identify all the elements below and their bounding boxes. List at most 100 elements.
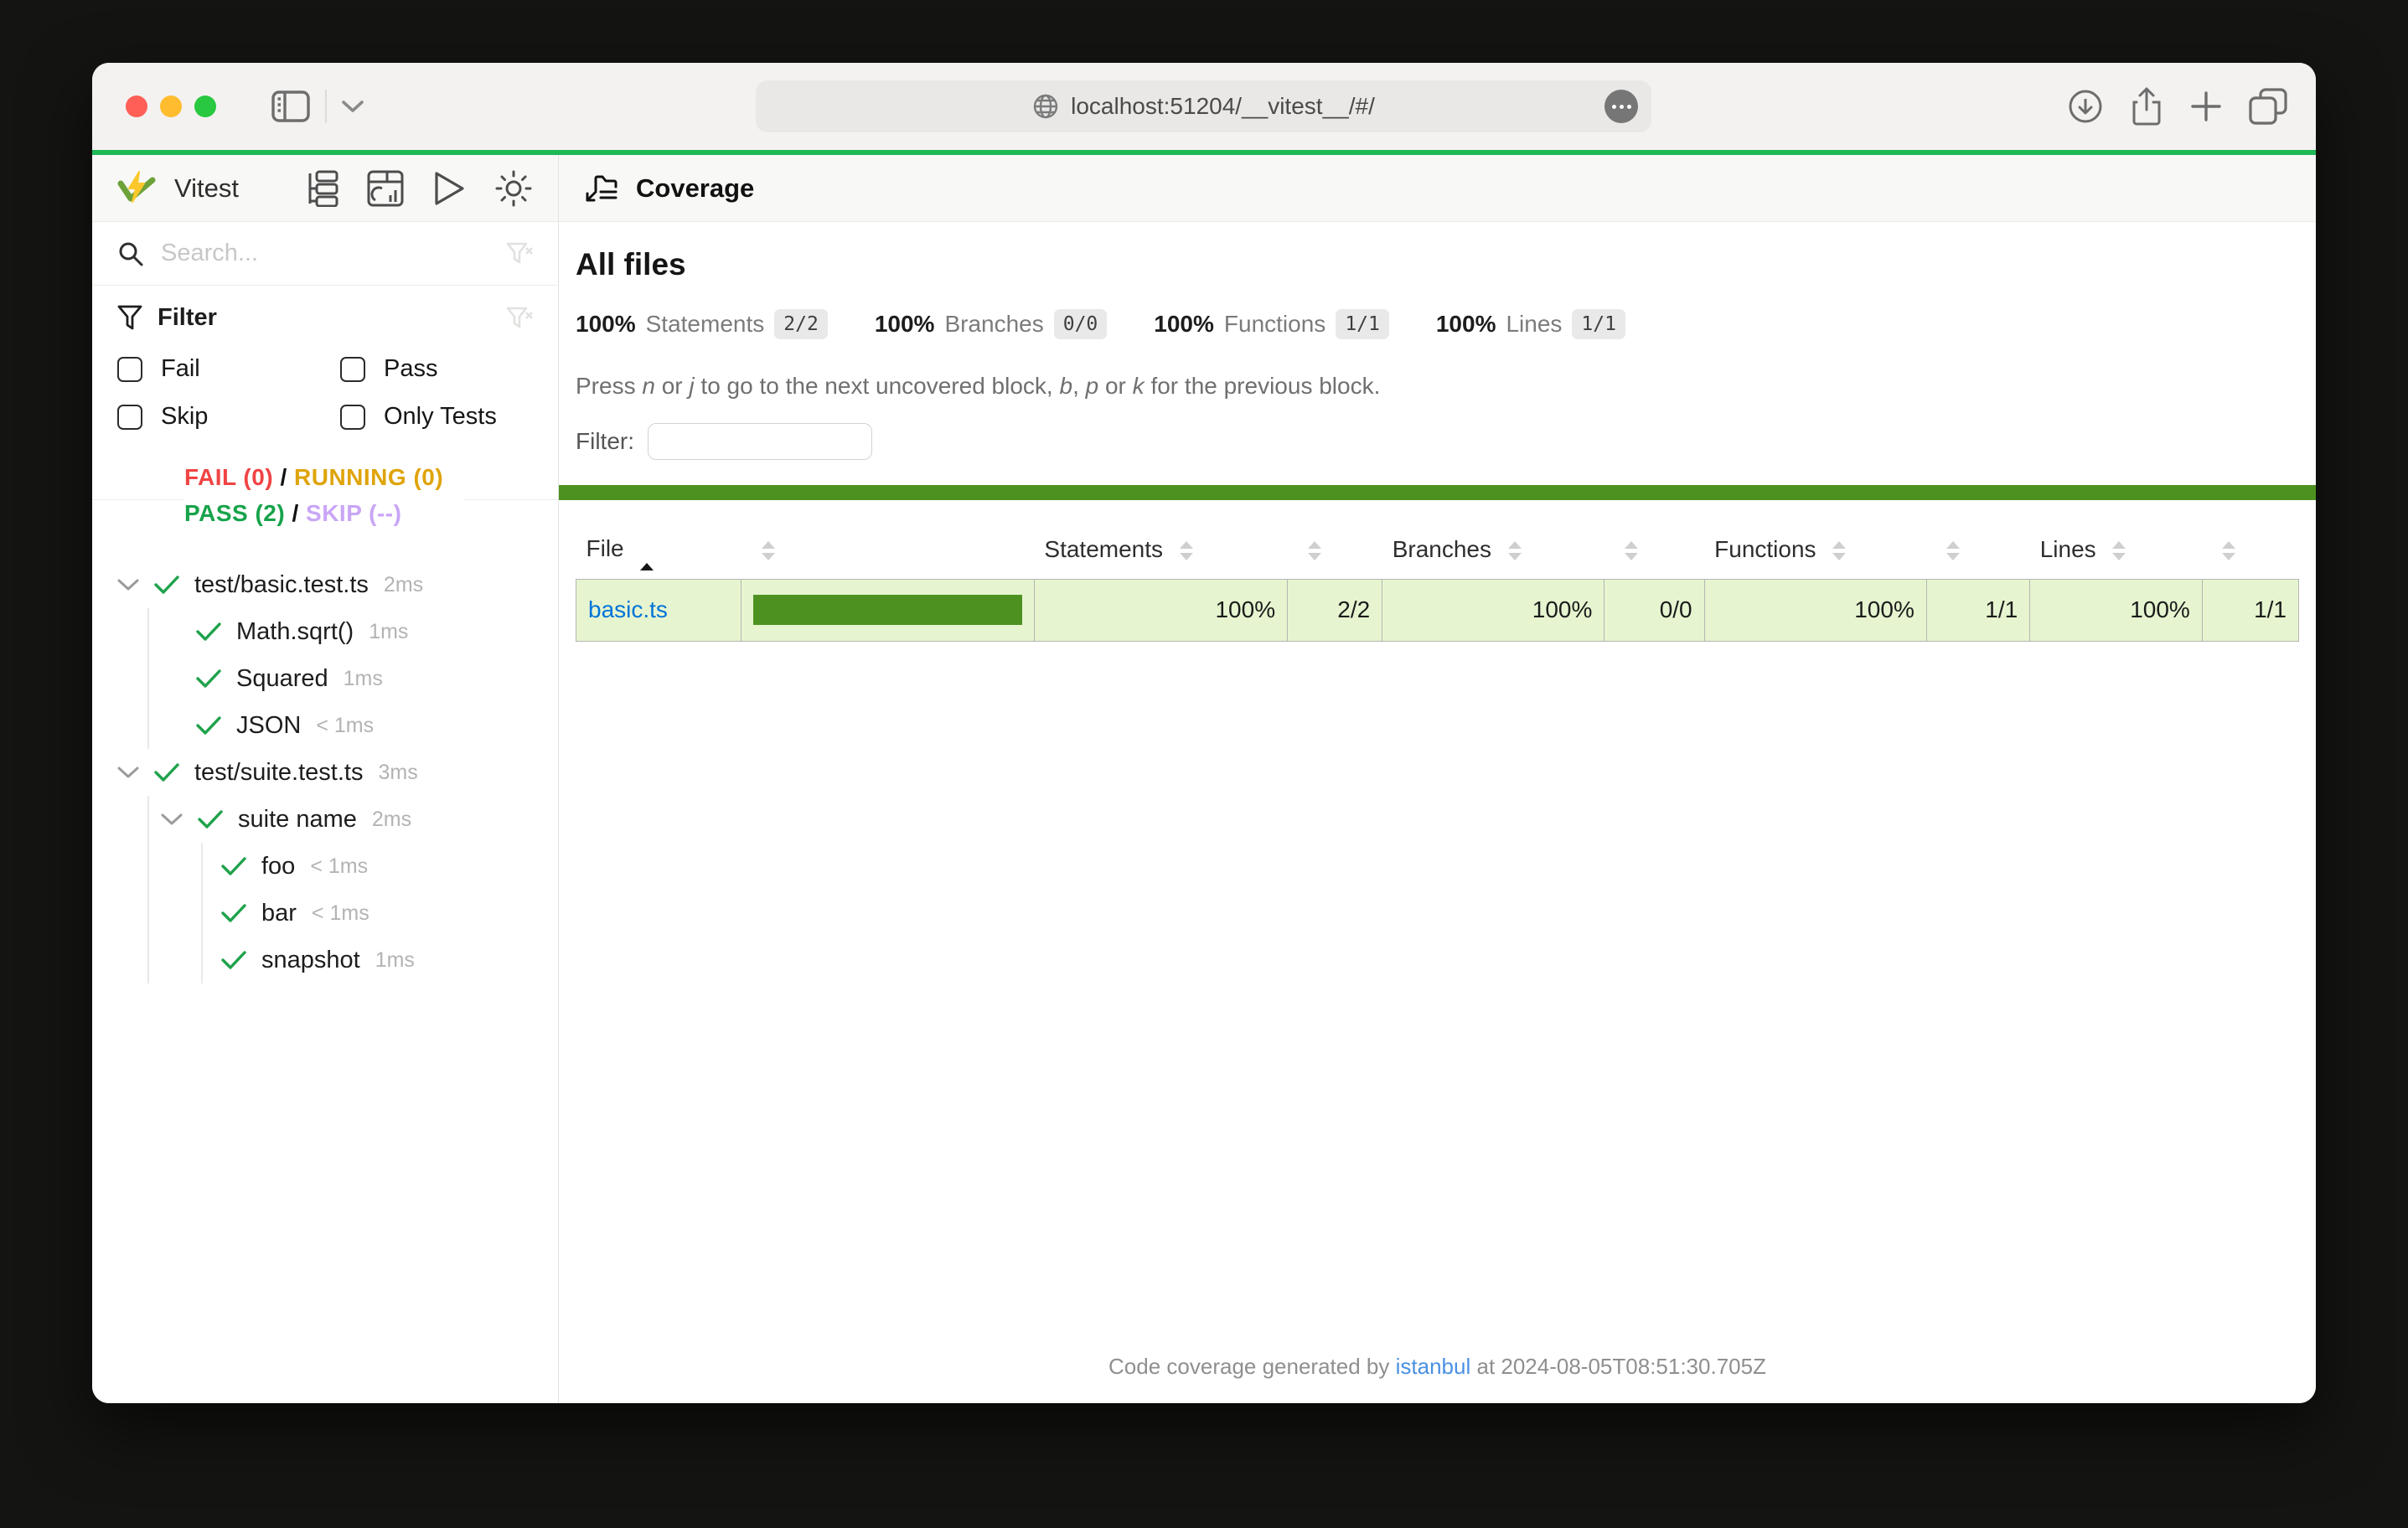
checkbox-pass[interactable]: Pass	[340, 355, 533, 383]
tree-item-label: suite name	[238, 806, 357, 834]
globe-icon	[1032, 93, 1059, 120]
stat-statements: 100% Statements 2/2	[576, 309, 828, 339]
sort-both-icon	[2222, 541, 2235, 560]
column-sorter-bar[interactable]	[742, 522, 1035, 579]
minimize-window-button[interactable]	[160, 96, 182, 117]
tree-item-foo[interactable]: foo < 1ms	[221, 843, 533, 890]
zoom-window-button[interactable]	[194, 96, 216, 117]
search-input[interactable]	[161, 240, 489, 267]
chevron-down-icon[interactable]	[117, 578, 139, 591]
clear-filters-icon[interactable]	[506, 306, 533, 331]
sort-both-icon	[2112, 541, 2126, 560]
coverage-bar-fill	[753, 595, 1022, 625]
downloads-icon[interactable]	[2067, 88, 2104, 125]
tree-item-suite-test-file[interactable]: test/suite.test.ts 3ms	[117, 749, 533, 796]
funnel-icon	[117, 305, 142, 332]
tree-item-snapshot[interactable]: snapshot 1ms	[221, 937, 533, 983]
column-header-file[interactable]: File	[576, 522, 742, 579]
checkbox-fail-box[interactable]	[117, 357, 142, 382]
pass-check-icon	[198, 809, 223, 829]
tree-item-basic-test-file[interactable]: test/basic.test.ts 2ms	[117, 561, 533, 608]
sort-both-icon	[1508, 541, 1522, 560]
search-icon	[117, 240, 144, 267]
tree-item-bar[interactable]: bar < 1ms	[221, 890, 533, 937]
file-filter-input[interactable]	[648, 423, 872, 460]
checkbox-skip-label: Skip	[161, 403, 208, 431]
column-header-lines[interactable]: Lines	[2030, 522, 2203, 579]
sidebar-toggle-icon[interactable]	[271, 90, 310, 122]
coverage-status-bar	[559, 485, 2316, 500]
tree-item-math-sqrt[interactable]: Math.sqrt() 1ms	[196, 608, 533, 655]
share-icon[interactable]	[2130, 87, 2163, 126]
file-link-basic-ts[interactable]: basic.ts	[588, 596, 668, 622]
sort-both-icon	[1832, 541, 1846, 560]
coverage-table: File Statements	[576, 522, 2299, 642]
checkbox-fail[interactable]: Fail	[117, 355, 340, 383]
functions-frac-cell: 1/1	[1926, 579, 2029, 641]
collapse-tests-icon[interactable]	[305, 170, 338, 207]
stat-fraction-badge: 0/0	[1054, 309, 1108, 339]
running-count: RUNNING (0)	[294, 464, 443, 490]
tree-item-json[interactable]: JSON < 1ms	[196, 702, 533, 749]
vitest-logo-icon	[117, 170, 156, 207]
clear-search-filter-icon[interactable]	[506, 241, 533, 266]
tree-item-duration: 1ms	[344, 667, 383, 691]
fail-count: FAIL (0)	[184, 464, 273, 490]
checkbox-skip[interactable]: Skip	[117, 403, 340, 431]
column-sorter-statements-frac[interactable]	[1288, 522, 1382, 579]
filter-title: Filter	[158, 304, 217, 332]
dashboard-icon[interactable]	[367, 170, 404, 207]
tree-item-duration: < 1ms	[312, 901, 369, 926]
coverage-header: Coverage	[559, 155, 2316, 222]
coverage-footer: Code coverage generated by istanbul at 2…	[559, 1339, 2316, 1403]
checkbox-pass-box[interactable]	[340, 357, 365, 382]
statements-frac-cell: 2/2	[1288, 579, 1382, 641]
address-bar[interactable]: localhost:51204/__vitest__/#/	[756, 80, 1651, 132]
vitest-sidebar: Vitest	[92, 155, 559, 1403]
close-window-button[interactable]	[126, 96, 147, 117]
column-sorter-functions-frac[interactable]	[1926, 522, 2029, 579]
all-files-heading: All files	[559, 247, 2316, 282]
checkbox-only-tests[interactable]: Only Tests	[340, 403, 533, 431]
page-settings-icon[interactable]	[1604, 90, 1638, 123]
checkbox-only-tests-box[interactable]	[340, 405, 365, 430]
sort-both-icon	[1180, 541, 1193, 560]
toolbar-divider	[325, 90, 327, 123]
chevron-down-icon[interactable]	[117, 766, 139, 779]
checkbox-fail-label: Fail	[161, 355, 200, 383]
column-sorter-lines-frac[interactable]	[2202, 522, 2298, 579]
tree-item-duration: 1ms	[369, 620, 408, 644]
column-header-functions[interactable]: Functions	[1704, 522, 1926, 579]
sort-both-icon	[1946, 541, 1960, 560]
lines-pct-cell: 100%	[2030, 579, 2203, 641]
keyboard-hint: Press n or j to go to the next uncovered…	[559, 373, 2316, 400]
filter-section: Filter Fail Pass	[92, 286, 558, 452]
checkbox-only-tests-label: Only Tests	[384, 403, 497, 431]
tab-overview-icon[interactable]	[2249, 88, 2287, 125]
column-header-branches[interactable]: Branches	[1382, 522, 1604, 579]
tree-item-squared[interactable]: Squared 1ms	[196, 655, 533, 702]
tree-item-suite-name[interactable]: suite name 2ms	[161, 796, 533, 843]
new-tab-icon[interactable]	[2189, 90, 2223, 123]
stat-fraction-badge: 2/2	[774, 309, 828, 339]
chevron-down-icon[interactable]	[342, 100, 364, 113]
tree-item-label: test/suite.test.ts	[194, 759, 363, 787]
test-tree: test/basic.test.ts 2ms Math.sqrt() 1ms	[92, 548, 558, 1403]
column-header-statements[interactable]: Statements	[1034, 522, 1287, 579]
file-filter-label: Filter:	[576, 428, 634, 455]
tree-item-duration: 1ms	[375, 948, 415, 973]
sort-both-icon	[1625, 541, 1638, 560]
theme-toggle-sun-icon[interactable]	[494, 169, 533, 208]
chevron-down-icon[interactable]	[161, 813, 183, 826]
search-bar	[92, 222, 558, 286]
stat-fraction-badge: 1/1	[1336, 309, 1389, 339]
pass-check-icon	[196, 668, 221, 689]
brand-title: Vitest	[174, 173, 239, 204]
column-sorter-branches-frac[interactable]	[1604, 522, 1704, 579]
istanbul-link[interactable]: istanbul	[1396, 1354, 1471, 1379]
run-all-icon[interactable]	[432, 170, 466, 207]
coverage-stats: 100% Statements 2/2 100% Branches 0/0 10…	[559, 309, 2316, 339]
checkbox-skip-box[interactable]	[117, 405, 142, 430]
stat-branches: 100% Branches 0/0	[875, 309, 1107, 339]
browser-toolbar: localhost:51204/__vitest__/#/	[92, 63, 2316, 150]
